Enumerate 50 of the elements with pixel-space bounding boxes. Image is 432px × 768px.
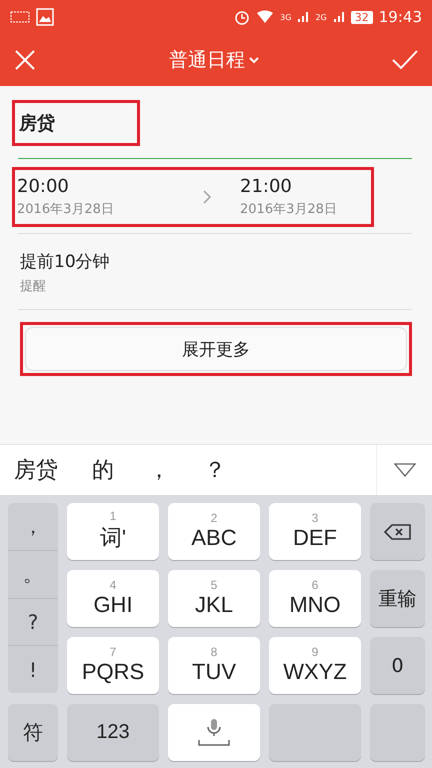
space-key[interactable]: [168, 704, 260, 761]
signal-icon: [332, 11, 345, 23]
start-date: 2016年3月28日: [17, 201, 115, 218]
header-title[interactable]: 普通日程: [169, 47, 245, 73]
start-time: 20:00: [17, 176, 70, 197]
reminder-value[interactable]: 提前10分钟: [20, 250, 412, 273]
keyboard-key[interactable]: 3 DEF: [269, 503, 361, 560]
chevron-right-icon: [202, 189, 212, 205]
title-field[interactable]: 房贷: [12, 100, 140, 146]
candidate-word[interactable]: 房贷: [14, 455, 58, 485]
end-date: 2016年3月28日: [240, 201, 338, 218]
keyboard-key[interactable]: 6 MNO: [269, 570, 361, 627]
alarm-icon: [234, 9, 250, 25]
keyboard-key[interactable]: 4 GHI: [67, 570, 159, 627]
chevron-down-icon: [249, 56, 259, 64]
punctuation-key[interactable]: ?: [8, 598, 58, 646]
status-time: 19:43: [378, 8, 422, 26]
backspace-key[interactable]: [370, 503, 425, 560]
keyboard-key[interactable]: 0: [370, 637, 425, 694]
network-type: 3G: [280, 12, 292, 22]
image-icon: [36, 8, 54, 26]
backspace-icon: [384, 524, 412, 540]
signal-icon: [297, 11, 310, 23]
candidate-word[interactable]: ？: [204, 455, 226, 485]
keyboard-key[interactable]: 5 JKL: [168, 570, 260, 627]
punctuation-key[interactable]: 。: [8, 550, 58, 598]
check-icon[interactable]: [392, 49, 418, 71]
expand-button[interactable]: 展开更多: [25, 327, 407, 371]
keyboard-key[interactable]: 重输: [370, 570, 425, 627]
keyboard-key[interactable]: 符: [8, 704, 58, 761]
reminder-label: 提醒: [20, 278, 47, 295]
microphone-space-icon: [197, 718, 231, 748]
triangle-down-icon: [394, 463, 416, 477]
keyboard-key[interactable]: 8 TUV: [168, 637, 260, 694]
candidate-word[interactable]: 的: [92, 455, 114, 485]
punctuation-key[interactable]: ，: [8, 503, 58, 551]
network-type: 2G: [315, 12, 327, 22]
keyboard-icon: [10, 11, 30, 23]
end-time: 21:00: [240, 176, 293, 197]
battery-level: 32: [350, 10, 373, 24]
keyboard-key[interactable]: 123: [67, 704, 159, 761]
wifi-icon: [256, 10, 274, 24]
punctuation-key[interactable]: !: [8, 646, 58, 693]
keyboard-key[interactable]: 7 PQRS: [67, 637, 159, 694]
close-icon[interactable]: [14, 49, 36, 71]
keyboard-key[interactable]: 1 词': [67, 503, 159, 560]
time-range[interactable]: 20:00 2016年3月28日 21:00 2016年3月28日: [12, 167, 374, 227]
keyboard-key[interactable]: 2 ABC: [168, 503, 260, 560]
candidate-word[interactable]: ，: [148, 455, 170, 485]
keyboard-key[interactable]: 9 WXYZ: [269, 637, 361, 694]
